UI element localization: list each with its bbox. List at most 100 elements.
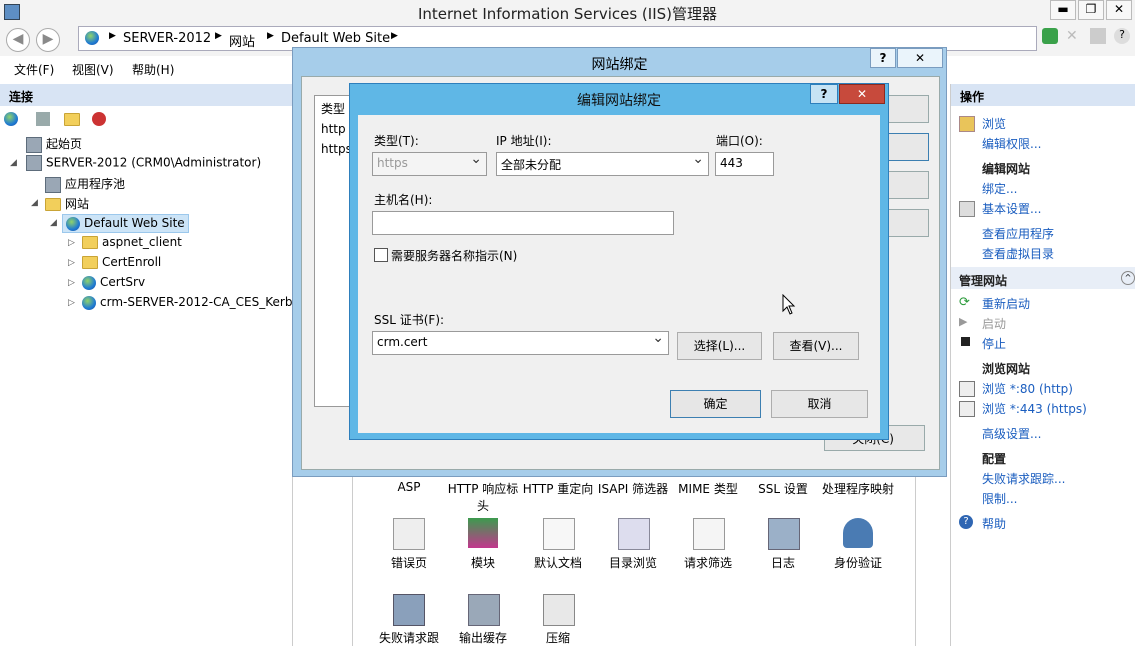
ok-button[interactable]: 确定 <box>670 390 761 418</box>
action-limits[interactable]: 限制... <box>982 490 1017 507</box>
site-bindings-title: 网站绑定 <box>591 57 648 73</box>
feature-default-document[interactable]: 默认文档 <box>522 554 594 571</box>
edit-binding-help-button[interactable]: ? <box>810 84 838 104</box>
collapse-icon[interactable]: ◢ <box>31 198 38 208</box>
disconnect-icon[interactable] <box>92 112 106 126</box>
back-button[interactable]: ◀ <box>6 28 30 52</box>
feature-ssl-settings[interactable]: SSL 设置 <box>747 480 819 497</box>
authentication-icon[interactable] <box>843 518 873 548</box>
feature-authentication[interactable]: 身份验证 <box>822 554 894 571</box>
default-document-icon[interactable] <box>543 518 575 550</box>
sni-checkbox[interactable] <box>374 248 388 262</box>
menu-help[interactable]: 帮助(H) <box>132 61 174 78</box>
view-certificate-button[interactable]: 查看(V)... <box>773 332 859 360</box>
menu-view[interactable]: 视图(V) <box>72 61 114 78</box>
tree-label: 网站 <box>65 197 90 211</box>
feature-mime-types[interactable]: MIME 类型 <box>672 480 744 497</box>
tree-item-default-web-site[interactable]: Default Web Site <box>62 214 189 233</box>
action-view-virtual-directories[interactable]: 查看虚拟目录 <box>982 245 1054 262</box>
logging-icon[interactable] <box>768 518 800 550</box>
restore-button[interactable]: ❐ <box>1078 0 1104 20</box>
binding-row-http[interactable]: http <box>321 122 346 136</box>
action-failed-request-tracing[interactable]: 失败请求跟踪... <box>982 470 1065 487</box>
stop-icon[interactable]: ✕ <box>1066 28 1082 44</box>
expand-icon[interactable]: ▷ <box>68 258 75 268</box>
tree-item-certenroll[interactable]: CertEnroll <box>82 255 161 269</box>
site-bindings-close-button[interactable]: ✕ <box>897 48 943 68</box>
expand-icon[interactable]: ▷ <box>68 278 75 288</box>
action-view-applications[interactable]: 查看应用程序 <box>982 225 1054 242</box>
up-folder-icon[interactable] <box>64 113 80 126</box>
edit-binding-close-button[interactable]: ✕ <box>839 84 885 104</box>
action-bindings[interactable]: 绑定... <box>982 180 1017 197</box>
host-name-field[interactable] <box>372 211 674 235</box>
expand-icon[interactable]: ▷ <box>68 238 75 248</box>
feature-modules[interactable]: 模块 <box>447 554 519 571</box>
ip-address-select[interactable]: 全部未分配 <box>496 151 709 176</box>
home-icon[interactable] <box>1090 28 1106 44</box>
site-bindings-help-button[interactable]: ? <box>870 48 896 68</box>
error-pages-icon[interactable] <box>393 518 425 550</box>
port-field[interactable]: 443 <box>715 152 774 176</box>
breadcrumb-sites[interactable]: 网站 <box>229 31 255 50</box>
tree-item-server[interactable]: SERVER-2012 (CRM0\Administrator) <box>26 155 261 171</box>
breadcrumb-default-web-site[interactable]: Default Web Site <box>281 31 390 46</box>
action-browse[interactable]: 浏览 <box>982 115 1006 132</box>
binding-row-https[interactable]: https <box>321 142 352 156</box>
close-button[interactable]: ✕ <box>1106 0 1132 20</box>
help-icon[interactable]: ? <box>1114 28 1130 44</box>
ssl-certificate-select[interactable]: crm.cert <box>372 330 669 355</box>
tree-item-certsrv[interactable]: CertSrv <box>82 275 145 290</box>
action-advanced-settings[interactable]: 高级设置... <box>982 425 1041 442</box>
collapse-icon[interactable]: ◢ <box>50 218 57 228</box>
save-icon[interactable] <box>36 112 50 126</box>
connect-globe-icon[interactable] <box>4 112 18 126</box>
collapse-section-icon[interactable]: ^ <box>1121 271 1135 285</box>
feature-output-caching[interactable]: 输出缓存 <box>447 629 519 646</box>
refresh-icon[interactable] <box>1042 28 1058 44</box>
feature-http-response-headers[interactable]: HTTP 响应标头 <box>447 480 519 514</box>
feature-logging[interactable]: 日志 <box>747 554 819 571</box>
feature-compression[interactable]: 压缩 <box>522 629 594 646</box>
action-stop[interactable]: 停止 <box>982 335 1006 352</box>
action-browse-http[interactable]: 浏览 *:80 (http) <box>982 380 1073 397</box>
breadcrumb-server[interactable]: SERVER-2012 <box>123 31 211 46</box>
modules-icon[interactable] <box>468 518 498 548</box>
start-page-icon <box>26 136 42 153</box>
sni-label[interactable]: 需要服务器名称指示(N) <box>391 247 517 264</box>
feature-isapi-filters[interactable]: ISAPI 筛选器 <box>597 480 669 497</box>
select-certificate-button[interactable]: 选择(L)... <box>677 332 762 360</box>
tree-item-start-page[interactable]: 起始页 <box>26 135 82 153</box>
request-filtering-icon[interactable] <box>693 518 725 550</box>
compression-icon[interactable] <box>543 594 575 626</box>
breadcrumb-separator: ▶ <box>267 31 274 41</box>
tree-item-app-pools[interactable]: 应用程序池 <box>45 175 125 193</box>
feature-http-redirect[interactable]: HTTP 重定向 <box>522 480 594 497</box>
action-restart[interactable]: 重新启动 <box>982 295 1030 312</box>
minimize-button[interactable]: ▬ <box>1050 0 1076 20</box>
feature-asp[interactable]: ASP <box>373 480 445 494</box>
feature-directory-browsing[interactable]: 目录浏览 <box>597 554 669 571</box>
menu-file[interactable]: 文件(F) <box>14 61 54 78</box>
tree-item-sites[interactable]: 网站 <box>45 195 89 212</box>
tree-item-crm-ces[interactable]: crm-SERVER-2012-CA_CES_Kerbe <box>82 295 300 310</box>
action-edit-permissions[interactable]: 编辑权限... <box>982 135 1041 152</box>
action-help[interactable]: 帮助 <box>982 515 1006 532</box>
column-header-type[interactable]: 类型 <box>321 100 345 117</box>
expand-icon[interactable]: ▷ <box>68 298 75 308</box>
output-caching-icon[interactable] <box>468 594 500 626</box>
feature-request-filtering[interactable]: 请求筛选 <box>672 554 744 571</box>
forward-button[interactable]: ▶ <box>36 28 60 52</box>
feature-error-pages[interactable]: 错误页 <box>373 554 445 571</box>
tree-item-aspnet-client[interactable]: aspnet_client <box>82 235 182 249</box>
feature-failed-request-tracing[interactable]: 失败请求跟 <box>373 629 445 646</box>
port-value: 443 <box>720 156 743 170</box>
collapse-icon[interactable]: ◢ <box>10 158 17 168</box>
action-browse-https[interactable]: 浏览 *:443 (https) <box>982 400 1087 417</box>
feature-handler-mappings[interactable]: 处理程序映射 <box>822 480 894 497</box>
cancel-button[interactable]: 取消 <box>771 390 868 418</box>
directory-browsing-icon[interactable] <box>618 518 650 550</box>
action-basic-settings[interactable]: 基本设置... <box>982 200 1041 217</box>
failed-request-tracing-icon[interactable] <box>393 594 425 626</box>
browse-https-icon <box>959 401 975 417</box>
